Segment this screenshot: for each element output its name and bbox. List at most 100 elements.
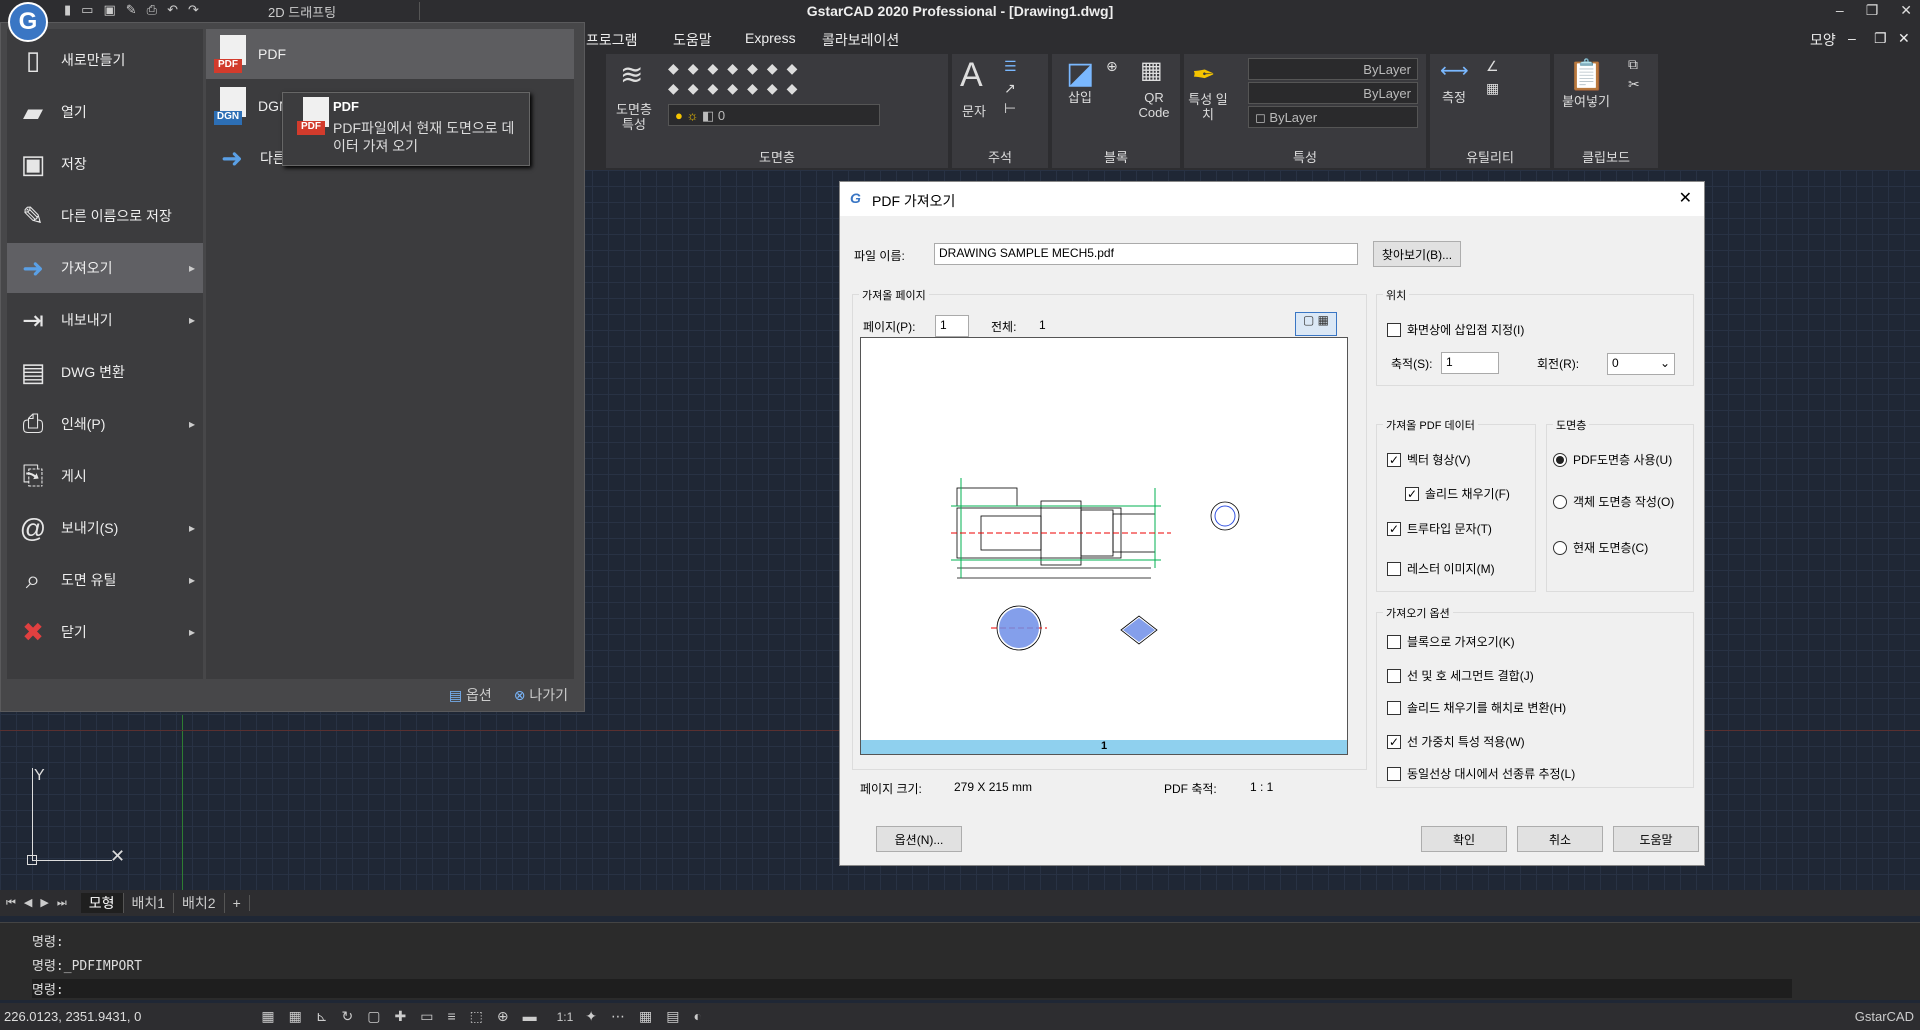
- mdi-minimize-icon[interactable]: –: [1848, 30, 1856, 46]
- scale-input[interactable]: 1: [1441, 352, 1499, 374]
- app-menu-item[interactable]: ▤ DWG 변환: [7, 347, 203, 397]
- status-tools[interactable]: ✦⋯▦▤◐: [585, 1008, 716, 1025]
- view-mode-toggle[interactable]: ▢ ▦: [1295, 312, 1337, 336]
- annotation-scale[interactable]: 1:1: [557, 1010, 574, 1024]
- truetype-checkbox[interactable]: ✓ 트루타입 문자(T): [1387, 520, 1492, 537]
- as-block-checkbox[interactable]: 블록으로 가져오기(K): [1387, 633, 1515, 650]
- paste-button[interactable]: 붙여넣기: [1556, 94, 1616, 109]
- cut-icon[interactable]: ✂: [1628, 76, 1640, 93]
- chevron-right-icon: ▸: [188, 417, 195, 431]
- infer-linetype-checkbox[interactable]: 동일선상 대시에서 선종류 추정(L): [1387, 765, 1575, 782]
- onscreen-checkbox[interactable]: 화면상에 삽입점 지정(I): [1387, 321, 1524, 338]
- options-button[interactable]: ▤ 옵션: [449, 685, 492, 705]
- layer-tools2-icon[interactable]: ◆◆◆◆◆◆◆: [668, 80, 806, 97]
- menu-help[interactable]: 도움말: [673, 30, 712, 50]
- status-toggles[interactable]: ▦▦⊾↻▢✚▭≡⬚⊕▬: [261, 1008, 550, 1025]
- other-format-icon: ➜: [221, 142, 243, 173]
- layer-properties-icon[interactable]: ≋: [620, 58, 643, 91]
- close-icon[interactable]: ✕: [1900, 2, 1912, 19]
- measure-button[interactable]: 측정: [1434, 90, 1474, 105]
- tab-layout2[interactable]: 배치2: [174, 893, 225, 913]
- measure-icon[interactable]: ⟷: [1440, 58, 1469, 83]
- app-menu-item[interactable]: ✖ 닫기 ▸: [7, 607, 203, 657]
- color-dropdown[interactable]: ByLayer: [1248, 58, 1418, 80]
- solid-fill-checkbox[interactable]: ✓ 솔리드 채우기(F): [1405, 485, 1510, 502]
- linetype-dropdown[interactable]: ByLayer: [1248, 82, 1418, 104]
- table-icon[interactable]: ☰: [1004, 58, 1017, 75]
- app-menu-item[interactable]: ⎘ 게시: [7, 451, 203, 501]
- lineweight-dropdown[interactable]: ◻ ByLayer: [1248, 106, 1418, 128]
- page-input[interactable]: 1: [935, 315, 969, 337]
- app-menu-item[interactable]: ⌕ 도면 유틸 ▸: [7, 555, 203, 605]
- properties-panel-label[interactable]: 특성: [1184, 147, 1426, 166]
- menu-shape[interactable]: 모양: [1810, 30, 1836, 50]
- ok-button[interactable]: 확인: [1421, 826, 1507, 852]
- rotation-select[interactable]: 0 ⌄: [1607, 353, 1675, 375]
- command-input[interactable]: 명령:: [32, 979, 1792, 998]
- menu-express[interactable]: Express: [745, 30, 796, 46]
- mdi-restore-icon[interactable]: ❐: [1874, 30, 1887, 47]
- app-menu-item[interactable]: ➜ 가져오기 ▸: [7, 243, 203, 293]
- app-menu-item[interactable]: ▰ 열기: [7, 87, 203, 137]
- lineweight-checkbox[interactable]: ✓ 선 가중치 특성 적용(W): [1387, 733, 1525, 750]
- pdf-import-dialog: G PDF 가져오기 ✕ 파일 이름: DRAWING SAMPLE MECH5…: [839, 181, 1705, 866]
- insert-block-icon[interactable]: ◪: [1066, 56, 1094, 91]
- browse-button[interactable]: 찾아보기(B)...: [1373, 241, 1461, 267]
- app-menu-item[interactable]: ⎙ 인쇄(P) ▸: [7, 399, 203, 449]
- angle-icon[interactable]: ∠: [1486, 58, 1499, 75]
- app-logo-button[interactable]: G: [8, 2, 48, 42]
- tab-layout1[interactable]: 배치1: [124, 893, 175, 913]
- solid-to-hatch-checkbox[interactable]: 솔리드 채우기를 해치로 변환(H): [1387, 699, 1566, 716]
- position-group-label: 위치: [1383, 287, 1410, 303]
- match-properties-icon[interactable]: ✒: [1192, 58, 1215, 91]
- qr-code-icon[interactable]: ▦: [1140, 56, 1163, 85]
- layer-dropdown[interactable]: ● ☼ ◧ 0: [668, 104, 880, 126]
- menu-collaboration[interactable]: 콜라보레이션: [822, 30, 899, 50]
- annotation-panel-label[interactable]: 주석: [952, 147, 1048, 166]
- utility-panel-label[interactable]: 유틸리티: [1430, 147, 1550, 166]
- match-properties-button[interactable]: 특성 일치: [1188, 92, 1228, 122]
- calculator-icon[interactable]: ▦: [1486, 80, 1499, 97]
- use-pdf-layer-radio[interactable]: PDF도면층 사용(U): [1553, 451, 1672, 468]
- layer-tools-icon[interactable]: ◆◆◆◆◆◆◆: [668, 60, 806, 77]
- text-icon[interactable]: A: [960, 56, 983, 95]
- tab-add[interactable]: +: [225, 895, 250, 911]
- leader-icon[interactable]: ↗: [1004, 80, 1016, 97]
- current-layer-radio[interactable]: 현재 도면층(C): [1553, 539, 1648, 556]
- text-button[interactable]: 문자: [956, 104, 992, 119]
- raster-checkbox[interactable]: 레스터 이미지(M): [1387, 560, 1495, 577]
- insert-button[interactable]: 삽입: [1060, 90, 1100, 105]
- tab-model[interactable]: 모형: [80, 893, 124, 913]
- tab-nav-arrows[interactable]: ⏮◀▶⏭: [0, 896, 81, 910]
- import-icon: ➜: [22, 252, 44, 283]
- dialog-close-icon[interactable]: ✕: [1679, 188, 1692, 208]
- help-button[interactable]: 도움말: [1613, 826, 1699, 852]
- block-edit-icon[interactable]: ⊕: [1106, 58, 1118, 75]
- submenu-item-pdf[interactable]: PDF PDF: [206, 29, 574, 79]
- exit-button[interactable]: ⊗ 나가기: [514, 685, 568, 705]
- dimension-icon[interactable]: ⊢: [1004, 100, 1016, 117]
- minimize-icon[interactable]: –: [1836, 2, 1844, 19]
- join-segments-checkbox[interactable]: 선 및 호 세그먼트 결합(J): [1387, 667, 1534, 684]
- layer-value: 0: [717, 108, 726, 123]
- options-n-button[interactable]: 옵션(N)...: [876, 826, 962, 852]
- layer-properties-button[interactable]: 도면층 특성: [612, 102, 656, 132]
- app-menu-item[interactable]: ✎ 다른 이름으로 저장: [7, 191, 203, 241]
- file-name-field[interactable]: DRAWING SAMPLE MECH5.pdf: [934, 243, 1358, 265]
- menu-program[interactable]: 프로그램: [586, 30, 638, 50]
- clipboard-panel-label[interactable]: 클립보드: [1554, 147, 1658, 166]
- block-panel-label[interactable]: 블록: [1052, 147, 1180, 166]
- app-menu-item[interactable]: @ 보내기(S) ▸: [7, 503, 203, 553]
- qr-code-button[interactable]: QR Code: [1132, 90, 1176, 120]
- layers-panel-label[interactable]: 도면층: [606, 147, 948, 166]
- restore-icon[interactable]: ❐: [1866, 2, 1879, 19]
- app-menu-item[interactable]: ▣ 저장: [7, 139, 203, 189]
- app-menu-item[interactable]: ⇥ 내보내기 ▸: [7, 295, 203, 345]
- copy-icon[interactable]: ⧉: [1628, 56, 1638, 73]
- app-menu-item[interactable]: ▯ 새로만들기: [7, 35, 203, 85]
- object-layer-radio[interactable]: 객체 도면층 작성(O): [1553, 493, 1674, 510]
- cancel-button[interactable]: 취소: [1517, 826, 1603, 852]
- mdi-close-icon[interactable]: ✕: [1898, 30, 1910, 47]
- vector-checkbox[interactable]: ✓ 벡터 형상(V): [1387, 451, 1471, 468]
- paste-icon[interactable]: 📋: [1568, 58, 1605, 93]
